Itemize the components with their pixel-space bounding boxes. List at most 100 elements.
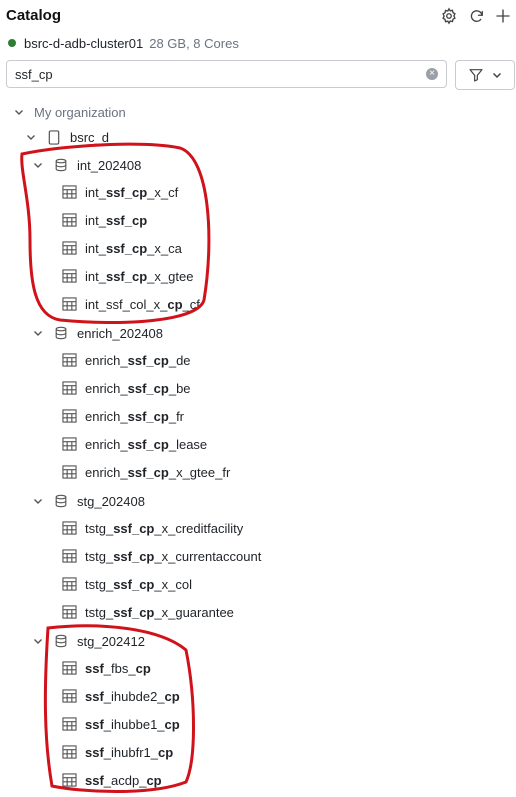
table-name-prefix: tstg_ [85, 576, 114, 592]
database-icon [53, 493, 69, 509]
tree-node-table[interactable]: ssf_ihubbe1_cp [61, 713, 180, 735]
table-name-prefix: int_ [85, 184, 106, 200]
table-name-prefix: enrich_ [85, 352, 128, 368]
tree-node-schema[interactable]: int_202408 [33, 154, 141, 176]
table-name-match: ssf_cp [127, 380, 169, 396]
table-name: enrich_ssf_cp_be [85, 381, 191, 396]
table-name-match: ssf [85, 772, 104, 788]
gear-icon[interactable] [438, 5, 460, 27]
table-name-match: ssf_cp [105, 268, 148, 284]
table-name-match: ssf_cp [113, 520, 155, 536]
tree-node-table[interactable]: int_ssf_cp [61, 209, 147, 231]
table-name: tstg_ssf_cp_x_currentaccount [85, 549, 261, 564]
table-name-match-2: cp [135, 660, 151, 676]
filter-button[interactable] [455, 60, 515, 90]
tree-node-table[interactable]: int_ssf_col_x_cp_cf [61, 293, 200, 315]
table-name-match-2: cp [146, 772, 162, 788]
tree-node-label: stg_202408 [77, 493, 145, 509]
table-name: ssf_acdp_cp [85, 773, 162, 788]
tree-node-table[interactable]: ssf_fbs_cp [61, 657, 151, 679]
table-name-suffix: _ihubfr1_ [103, 744, 159, 760]
chevron-down-icon[interactable] [26, 132, 36, 142]
chevron-down-icon[interactable] [33, 160, 43, 170]
cluster-meta: 28 GB, 8 Cores [149, 35, 239, 51]
table-name-prefix: int_ [85, 268, 106, 284]
table-name-match: ssf_cp [113, 548, 155, 564]
table-name-prefix: tstg_ [85, 520, 114, 536]
tree-node-table[interactable]: ssf_acdp_cp [61, 769, 162, 791]
table-name-suffix: _x_gtee_fr [168, 464, 231, 480]
search-box[interactable]: × [6, 60, 447, 88]
chevron-down-icon[interactable] [33, 328, 43, 338]
tree-node-table[interactable]: enrich_ssf_cp_fr [61, 405, 184, 427]
catalog-icon [46, 129, 62, 145]
tree-node-table[interactable]: int_ssf_cp_x_gtee [61, 265, 193, 287]
tree-node-organization[interactable]: My organization [14, 101, 126, 123]
cluster-status-dot [8, 39, 16, 47]
table-name-suffix: _de [168, 352, 191, 368]
table-name-suffix: _cf [182, 296, 200, 312]
tree-node-table[interactable]: ssf_ihubde2_cp [61, 685, 180, 707]
table-name-suffix: _fr [168, 408, 185, 424]
database-icon [53, 157, 69, 173]
tree-node-schema[interactable]: stg_202408 [33, 490, 145, 512]
clear-search-icon[interactable]: × [426, 68, 438, 80]
cluster-selector[interactable]: bsrc-d-adb-cluster01 28 GB, 8 Cores [8, 34, 239, 52]
tree-node-label: My organization [34, 104, 126, 120]
tree-node-table[interactable]: tstg_ssf_cp_x_guarantee [61, 601, 234, 623]
tree-node-table[interactable]: enrich_ssf_cp_be [61, 377, 191, 399]
table-name: tstg_ssf_cp_x_creditfacility [85, 521, 243, 536]
table-name: int_ssf_cp_x_cf [85, 185, 178, 200]
table-name-match-2: cp [164, 688, 180, 704]
table-name-prefix: enrich_ [85, 464, 128, 480]
table-name: tstg_ssf_cp_x_guarantee [85, 605, 234, 620]
chevron-down-icon[interactable] [33, 496, 43, 506]
table-name-match: ssf_cp [127, 352, 169, 368]
table-name-match: ssf_cp [127, 436, 169, 452]
table-name-match: ssf_cp [105, 212, 148, 228]
filter-icon [469, 69, 483, 82]
table-icon [61, 604, 77, 620]
table-name-suffix: _x_cf [147, 184, 179, 200]
table-icon [61, 464, 77, 480]
table-name-match-2: cp [164, 716, 180, 732]
table-name: ssf_ihubde2_cp [85, 689, 180, 704]
tree-node-schema[interactable]: stg_202412 [33, 630, 145, 652]
tree-node-label: int_202408 [77, 157, 142, 173]
table-name-prefix: int_ [85, 212, 106, 228]
plus-icon[interactable] [492, 5, 514, 27]
table-name-prefix: int_ [85, 240, 106, 256]
chevron-down-icon[interactable] [14, 107, 24, 117]
search-input[interactable] [15, 65, 415, 83]
tree-node-schema[interactable]: enrich_202408 [33, 322, 163, 344]
table-name-suffix: _lease [168, 436, 208, 452]
table-name-suffix: _x_col [154, 576, 192, 592]
table-icon [61, 716, 77, 732]
tree-node-label: stg_202412 [77, 633, 145, 649]
table-name: int_ssf_cp_x_ca [85, 241, 182, 256]
refresh-icon[interactable] [466, 5, 488, 27]
tree-node-table[interactable]: int_ssf_cp_x_ca [61, 237, 182, 259]
tree-node-table[interactable]: enrich_ssf_cp_de [61, 349, 191, 371]
table-name-prefix: enrich_ [85, 436, 128, 452]
table-name-match: ssf_cp [113, 576, 155, 592]
tree-node-table[interactable]: enrich_ssf_cp_x_gtee_fr [61, 461, 230, 483]
table-icon [61, 268, 77, 284]
table-name-match: ssf_cp [127, 464, 169, 480]
tree-node-table[interactable]: int_ssf_cp_x_cf [61, 181, 178, 203]
chevron-down-icon[interactable] [33, 636, 43, 646]
tree-node-catalog[interactable]: bsrc_d [26, 126, 109, 148]
tree-node-table[interactable]: tstg_ssf_cp_x_currentaccount [61, 545, 261, 567]
table-name-suffix: _ihubbe1_ [103, 716, 165, 732]
tree-node-table[interactable]: tstg_ssf_cp_x_col [61, 573, 192, 595]
table-name-suffix: _x_gtee [147, 268, 194, 284]
table-name-prefix: enrich_ [85, 408, 128, 424]
tree-node-table[interactable]: ssf_ihubfr1_cp [61, 741, 173, 763]
tree-node-label: bsrc_d [70, 129, 110, 145]
table-name-suffix: _x_ca [147, 240, 182, 256]
tree-node-table[interactable]: enrich_ssf_cp_lease [61, 433, 207, 455]
table-name: int_ssf_cp_x_gtee [85, 269, 193, 284]
table-name: enrich_ssf_cp_de [85, 353, 191, 368]
tree-node-table[interactable]: tstg_ssf_cp_x_creditfacility [61, 517, 243, 539]
table-icon [61, 436, 77, 452]
